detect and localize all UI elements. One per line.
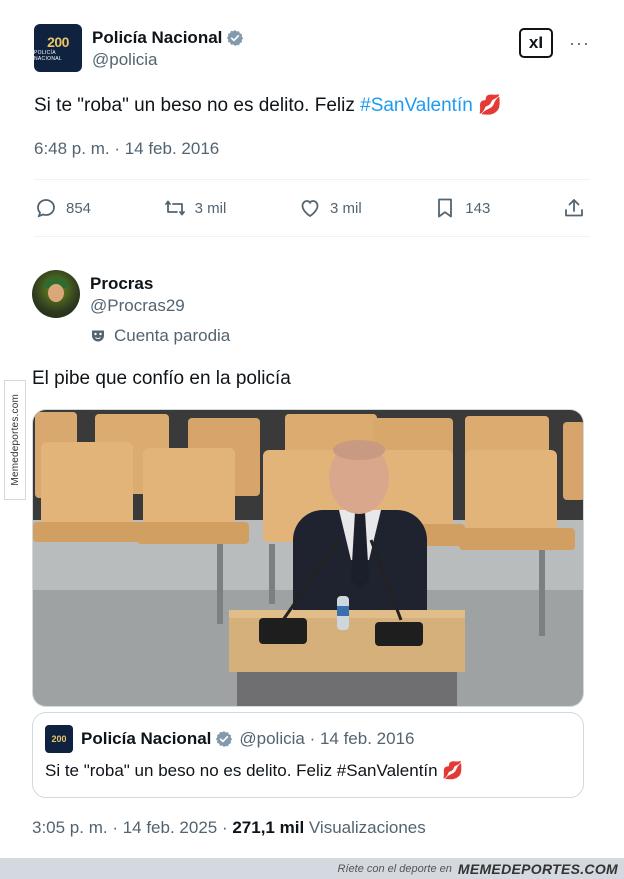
courtroom-photo: [33, 410, 583, 706]
author-block: Policía Nacional @policia: [92, 28, 244, 70]
tweet-header: Procras @Procras29: [32, 270, 588, 318]
tweet-procras: Procras @Procras29 Cuenta parodia El pib…: [32, 270, 588, 390]
footer-tagline: Ríete con el deporte en: [337, 862, 452, 875]
bookmark-icon: [438, 198, 453, 218]
views-count: 271,1 mil: [232, 818, 305, 837]
tweet-policia: 200 POLICÍA NACIONAL Policía Nacional @p…: [34, 24, 590, 237]
author-handle[interactable]: @Procras29: [90, 296, 185, 316]
footer-brand: MEMEDEPORTES.COM: [457, 860, 618, 877]
quoted-handle-date: @policia · 14 feb. 2016: [239, 729, 415, 748]
tweet-header: 200 POLICÍA NACIONAL Policía Nacional @p…: [34, 24, 590, 76]
reply-icon: [37, 199, 55, 218]
parody-text: Cuenta parodia: [114, 326, 231, 345]
author-block: Procras @Procras29: [90, 274, 185, 316]
avatar[interactable]: 200 POLICÍA NACIONAL: [34, 24, 82, 72]
avatar-sub: POLICÍA NACIONAL: [34, 50, 62, 62]
timestamp-text[interactable]: 3:05 p. m. · 14 feb. 2025 ·: [32, 818, 232, 837]
quoted-avatar: 200: [45, 725, 73, 753]
bookmark-button[interactable]: 143: [433, 196, 490, 220]
views-label: Visualizaciones: [304, 818, 426, 837]
grok-button[interactable]: xI: [519, 28, 554, 58]
tweet-media-image[interactable]: [32, 409, 584, 707]
tweet-timestamp: 3:05 p. m. · 14 feb. 2025 · 271,1 mil Vi…: [32, 818, 426, 838]
engagement-bar: 854 3 mil 3 mil 143: [34, 180, 590, 236]
retweet-icon: [164, 200, 185, 216]
tweet-timestamp[interactable]: 6:48 p. m. · 14 feb. 2016: [34, 139, 590, 159]
avatar-number: 200: [47, 34, 69, 50]
author-handle[interactable]: @policia: [92, 50, 244, 70]
more-options-icon[interactable]: ···: [569, 33, 590, 54]
like-count: 3 mil: [329, 199, 362, 217]
verified-badge-icon: [227, 30, 244, 46]
quoted-author-name: Policía Nacional: [81, 729, 212, 748]
retweet-button[interactable]: 3 mil: [163, 196, 227, 220]
avatar[interactable]: [32, 270, 80, 318]
footer-watermark: Ríete con el deporte en MEMEDEPORTES.COM: [0, 858, 624, 879]
tweet-text-body: Si te "roba" un beso no es delito. Feliz: [34, 95, 361, 116]
quoted-tweet[interactable]: 200 Policía Nacional @policia · 14 feb. …: [32, 712, 584, 798]
share-button[interactable]: [562, 196, 586, 220]
quoted-tweet-header: 200 Policía Nacional @policia · 14 feb. …: [45, 725, 571, 753]
share-icon: [565, 199, 583, 217]
tweet-text: El pibe que confío en la policía: [32, 368, 291, 389]
quoted-text: Si te "roba" un beso no es delito. Feliz…: [45, 761, 571, 781]
retweet-count: 3 mil: [194, 199, 227, 217]
parody-label: Cuenta parodia: [90, 326, 588, 346]
top-actions: xI ···: [519, 28, 590, 58]
quoted-text-body: Si te "roba" un beso no es delito. Feliz…: [45, 761, 438, 780]
bookmark-count: 143: [465, 199, 491, 217]
kiss-emoji-icon: 💋: [442, 761, 464, 780]
verified-badge-icon: [216, 731, 233, 747]
name-row: Policía Nacional: [92, 28, 244, 48]
divider: [34, 236, 590, 237]
kiss-emoji-icon: 💋: [478, 95, 502, 116]
tweet-text: Si te "roba" un beso no es delito. Feliz…: [34, 93, 590, 119]
avatar-face: [48, 284, 64, 302]
like-button[interactable]: 3 mil: [298, 196, 362, 220]
author-name[interactable]: Policía Nacional: [92, 28, 222, 48]
heart-icon: [301, 200, 319, 218]
reply-count: 854: [66, 199, 92, 217]
side-watermark-text: Memedeportes.com: [9, 394, 21, 486]
mask-icon: [92, 330, 104, 342]
side-watermark: Memedeportes.com: [4, 380, 26, 500]
reply-button[interactable]: 854: [34, 196, 91, 220]
author-name[interactable]: Procras: [90, 274, 185, 294]
hashtag-link[interactable]: #SanValentín: [360, 95, 473, 116]
